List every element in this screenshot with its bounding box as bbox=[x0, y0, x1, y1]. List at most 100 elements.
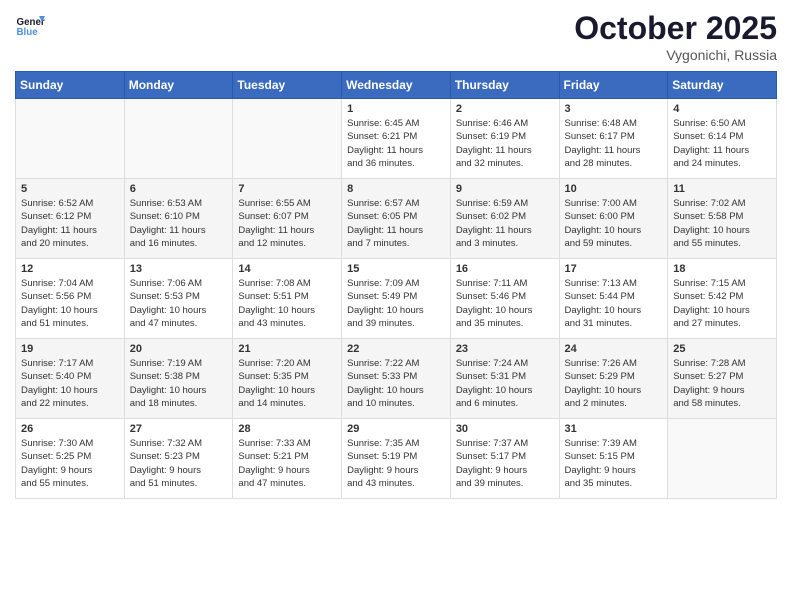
cell-week4-day3: 22Sunrise: 7:22 AMSunset: 5:33 PMDayligh… bbox=[342, 339, 451, 419]
header: General Blue October 2025 Vygonichi, Rus… bbox=[15, 10, 777, 63]
day-info: Sunrise: 6:57 AMSunset: 6:05 PMDaylight:… bbox=[347, 197, 445, 250]
day-info: Sunrise: 7:39 AMSunset: 5:15 PMDaylight:… bbox=[565, 437, 663, 490]
day-info: Sunrise: 7:06 AMSunset: 5:53 PMDaylight:… bbox=[130, 277, 228, 330]
day-info: Sunrise: 6:53 AMSunset: 6:10 PMDaylight:… bbox=[130, 197, 228, 250]
cell-week2-day0: 5 Sunrise: 6:52 AMSunset: 6:12 PMDaylight… bbox=[16, 179, 125, 259]
day-info: Sunrise: 7:17 AMSunset: 5:40 PMDaylight:… bbox=[21, 357, 119, 410]
cell-week2-day4: 9Sunrise: 6:59 AMSunset: 6:02 PMDaylight… bbox=[450, 179, 559, 259]
day-info: Sunrise: 7:02 AMSunset: 5:58 PMDaylight:… bbox=[673, 197, 771, 250]
day-info: Sunrise: 7:24 AMSunset: 5:31 PMDaylight:… bbox=[456, 357, 554, 410]
location: Vygonichi, Russia bbox=[574, 47, 777, 63]
day-number: 21 bbox=[238, 343, 336, 355]
page-container: General Blue October 2025 Vygonichi, Rus… bbox=[0, 0, 792, 509]
day-info: Sunrise: 6:46 AMSunset: 6:19 PMDaylight:… bbox=[456, 117, 554, 170]
day-number: 22 bbox=[347, 343, 445, 355]
day-number: 23 bbox=[456, 343, 554, 355]
day-info: Sunrise: 7:04 AMSunset: 5:56 PMDaylight:… bbox=[21, 277, 119, 330]
day-info: Sunrise: 7:26 AMSunset: 5:29 PMDaylight:… bbox=[565, 357, 663, 410]
header-friday: Friday bbox=[559, 72, 668, 99]
day-number: 26 bbox=[21, 423, 119, 435]
header-tuesday: Tuesday bbox=[233, 72, 342, 99]
day-number: 8 bbox=[347, 183, 445, 195]
week-row-3: 12 Sunrise: 7:04 AMSunset: 5:56 PMDayligh… bbox=[16, 259, 777, 339]
header-wednesday: Wednesday bbox=[342, 72, 451, 99]
cell-week5-day1: 27Sunrise: 7:32 AMSunset: 5:23 PMDayligh… bbox=[124, 419, 233, 499]
cell-week4-day6: 25Sunrise: 7:28 AMSunset: 5:27 PMDayligh… bbox=[668, 339, 777, 419]
day-number: 31 bbox=[565, 423, 663, 435]
logo: General Blue bbox=[15, 10, 45, 40]
cell-week2-day6: 11 Sunrise: 7:02 AMSunset: 5:58 PMDayligh… bbox=[668, 179, 777, 259]
cell-week3-day0: 12 Sunrise: 7:04 AMSunset: 5:56 PMDayligh… bbox=[16, 259, 125, 339]
day-info: Sunrise: 6:50 AMSunset: 6:14 PMDaylight:… bbox=[673, 117, 771, 170]
day-number: 15 bbox=[347, 263, 445, 275]
week-row-4: 19 Sunrise: 7:17 AMSunset: 5:40 PMDayligh… bbox=[16, 339, 777, 419]
day-number: 30 bbox=[456, 423, 554, 435]
day-number: 24 bbox=[565, 343, 663, 355]
day-number: 7 bbox=[238, 183, 336, 195]
cell-week3-day1: 13 Sunrise: 7:06 AMSunset: 5:53 PMDayligh… bbox=[124, 259, 233, 339]
header-sunday: Sunday bbox=[16, 72, 125, 99]
cell-week5-day0: 26 Sunrise: 7:30 AMSunset: 5:25 PMDayligh… bbox=[16, 419, 125, 499]
day-info: Sunrise: 7:20 AMSunset: 5:35 PMDaylight:… bbox=[238, 357, 336, 410]
cell-week4-day4: 23 Sunrise: 7:24 AMSunset: 5:31 PMDayligh… bbox=[450, 339, 559, 419]
day-info: Sunrise: 6:45 AMSunset: 6:21 PMDaylight:… bbox=[347, 117, 445, 170]
day-number: 20 bbox=[130, 343, 228, 355]
cell-week3-day2: 14 Sunrise: 7:08 AMSunset: 5:51 PMDayligh… bbox=[233, 259, 342, 339]
day-number: 28 bbox=[238, 423, 336, 435]
cell-week1-day4: 2Sunrise: 6:46 AMSunset: 6:19 PMDaylight… bbox=[450, 99, 559, 179]
cell-week3-day6: 18 Sunrise: 7:15 AMSunset: 5:42 PMDayligh… bbox=[668, 259, 777, 339]
day-number: 19 bbox=[21, 343, 119, 355]
day-number: 29 bbox=[347, 423, 445, 435]
header-thursday: Thursday bbox=[450, 72, 559, 99]
day-info: Sunrise: 7:00 AMSunset: 6:00 PMDaylight:… bbox=[565, 197, 663, 250]
day-number: 14 bbox=[238, 263, 336, 275]
day-info: Sunrise: 7:08 AMSunset: 5:51 PMDaylight:… bbox=[238, 277, 336, 330]
day-info: Sunrise: 6:55 AMSunset: 6:07 PMDaylight:… bbox=[238, 197, 336, 250]
header-row: Sunday Monday Tuesday Wednesday Thursday… bbox=[16, 72, 777, 99]
day-info: Sunrise: 6:48 AMSunset: 6:17 PMDaylight:… bbox=[565, 117, 663, 170]
day-number: 12 bbox=[21, 263, 119, 275]
cell-week5-day5: 31 Sunrise: 7:39 AMSunset: 5:15 PMDayligh… bbox=[559, 419, 668, 499]
cell-week1-day3: 1Sunrise: 6:45 AMSunset: 6:21 PMDaylight… bbox=[342, 99, 451, 179]
cell-week3-day5: 17 Sunrise: 7:13 AMSunset: 5:44 PMDayligh… bbox=[559, 259, 668, 339]
day-info: Sunrise: 7:13 AMSunset: 5:44 PMDaylight:… bbox=[565, 277, 663, 330]
cell-week1-day0 bbox=[16, 99, 125, 179]
week-row-2: 5 Sunrise: 6:52 AMSunset: 6:12 PMDaylight… bbox=[16, 179, 777, 259]
day-info: Sunrise: 6:59 AMSunset: 6:02 PMDaylight:… bbox=[456, 197, 554, 250]
day-info: Sunrise: 7:33 AMSunset: 5:21 PMDaylight:… bbox=[238, 437, 336, 490]
cell-week2-day1: 6Sunrise: 6:53 AMSunset: 6:10 PMDaylight… bbox=[124, 179, 233, 259]
cell-week2-day5: 10 Sunrise: 7:00 AMSunset: 6:00 PMDayligh… bbox=[559, 179, 668, 259]
cell-week5-day3: 29 Sunrise: 7:35 AMSunset: 5:19 PMDayligh… bbox=[342, 419, 451, 499]
day-info: Sunrise: 7:19 AMSunset: 5:38 PMDaylight:… bbox=[130, 357, 228, 410]
cell-week1-day1 bbox=[124, 99, 233, 179]
day-number: 10 bbox=[565, 183, 663, 195]
cell-week1-day2 bbox=[233, 99, 342, 179]
day-number: 17 bbox=[565, 263, 663, 275]
logo-icon: General Blue bbox=[15, 10, 45, 40]
cell-week2-day3: 8 Sunrise: 6:57 AMSunset: 6:05 PMDaylight… bbox=[342, 179, 451, 259]
cell-week4-day5: 24 Sunrise: 7:26 AMSunset: 5:29 PMDayligh… bbox=[559, 339, 668, 419]
day-number: 5 bbox=[21, 183, 119, 195]
day-number: 16 bbox=[456, 263, 554, 275]
day-number: 18 bbox=[673, 263, 771, 275]
title-block: October 2025 Vygonichi, Russia bbox=[574, 10, 777, 63]
day-info: Sunrise: 6:52 AMSunset: 6:12 PMDaylight:… bbox=[21, 197, 119, 250]
week-row-1: 1Sunrise: 6:45 AMSunset: 6:21 PMDaylight… bbox=[16, 99, 777, 179]
day-info: Sunrise: 7:35 AMSunset: 5:19 PMDaylight:… bbox=[347, 437, 445, 490]
day-info: Sunrise: 7:37 AMSunset: 5:17 PMDaylight:… bbox=[456, 437, 554, 490]
day-info: Sunrise: 7:15 AMSunset: 5:42 PMDaylight:… bbox=[673, 277, 771, 330]
day-number: 13 bbox=[130, 263, 228, 275]
day-number: 11 bbox=[673, 183, 771, 195]
header-saturday: Saturday bbox=[668, 72, 777, 99]
cell-week5-day6 bbox=[668, 419, 777, 499]
cell-week3-day4: 16 Sunrise: 7:11 AMSunset: 5:46 PMDayligh… bbox=[450, 259, 559, 339]
calendar-table: Sunday Monday Tuesday Wednesday Thursday… bbox=[15, 71, 777, 499]
day-info: Sunrise: 7:09 AMSunset: 5:49 PMDaylight:… bbox=[347, 277, 445, 330]
day-number: 3 bbox=[565, 103, 663, 115]
day-info: Sunrise: 7:30 AMSunset: 5:25 PMDaylight:… bbox=[21, 437, 119, 490]
day-info: Sunrise: 7:11 AMSunset: 5:46 PMDaylight:… bbox=[456, 277, 554, 330]
cell-week4-day2: 21 Sunrise: 7:20 AMSunset: 5:35 PMDayligh… bbox=[233, 339, 342, 419]
svg-text:Blue: Blue bbox=[17, 27, 39, 38]
cell-week4-day0: 19 Sunrise: 7:17 AMSunset: 5:40 PMDayligh… bbox=[16, 339, 125, 419]
day-number: 4 bbox=[673, 103, 771, 115]
